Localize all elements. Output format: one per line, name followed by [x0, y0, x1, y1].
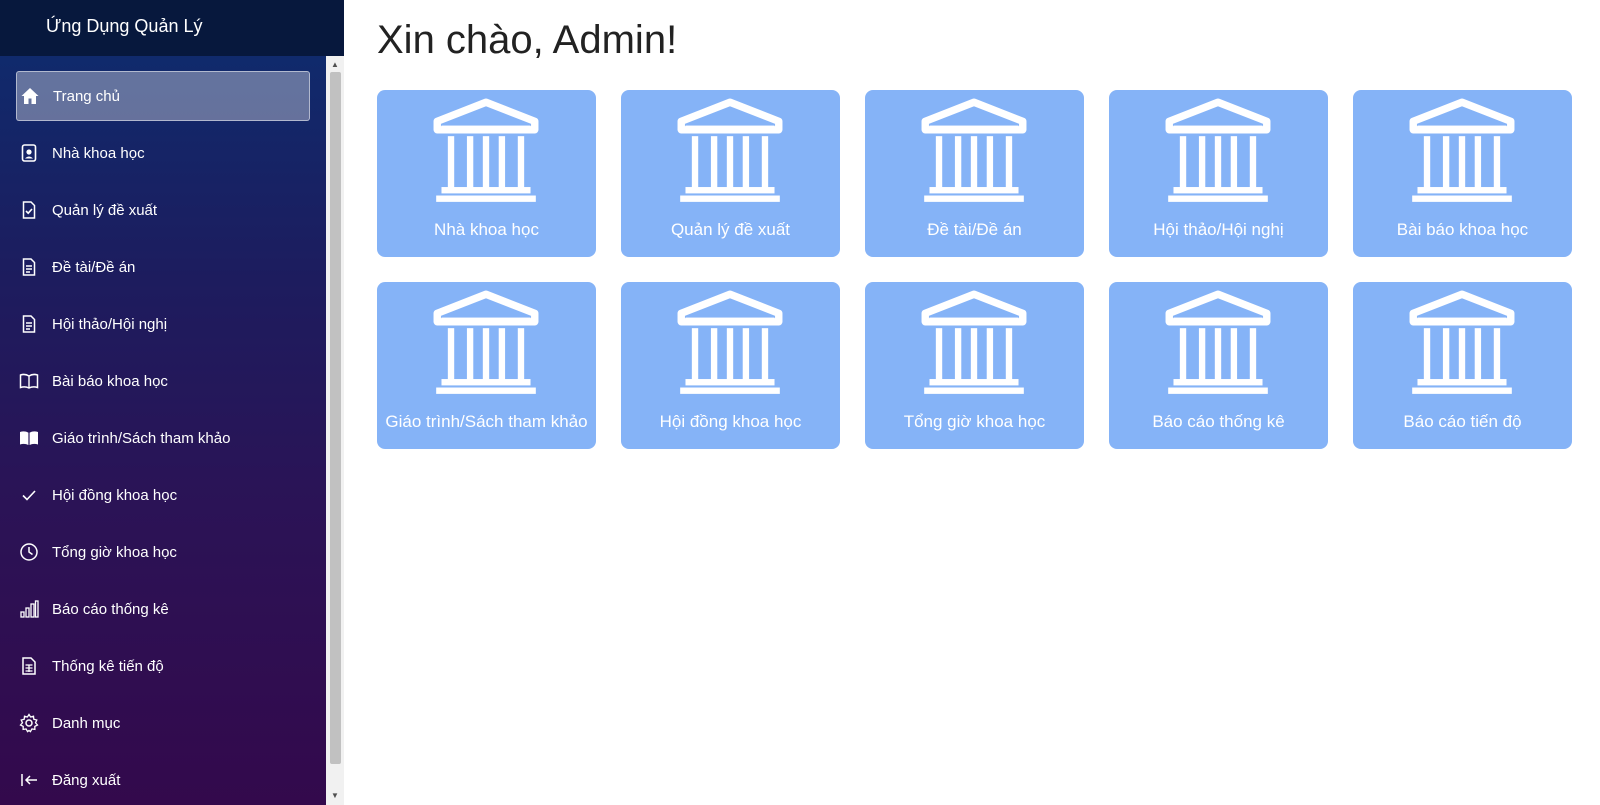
sidebar: Ứng Dụng Quản Lý Trang chủ Nhà khoa học … [0, 0, 344, 805]
bank-building-icon [1409, 290, 1515, 396]
sidebar-item-label: Hội đồng khoa học [52, 486, 178, 504]
sidebar-item-scientists[interactable]: Nhà khoa học [16, 128, 310, 178]
sidebar-item-label: Giáo trình/Sách tham khảo [52, 429, 231, 447]
person-badge-icon [18, 142, 40, 164]
card-textbooks[interactable]: Giáo trình/Sách tham khảo [377, 282, 596, 449]
card-label: Đề tài/Đề án [927, 220, 1022, 239]
card-progress-report[interactable]: Báo cáo tiến độ [1353, 282, 1572, 449]
check-icon [18, 484, 40, 506]
app-window: Ứng Dụng Quản Lý Trang chủ Nhà khoa học … [0, 0, 1600, 805]
sidebar-item-articles[interactable]: Bài báo khoa học [16, 356, 310, 406]
sidebar-item-label: Đề tài/Đề án [52, 258, 136, 276]
card-scientists[interactable]: Nhà khoa học [377, 90, 596, 257]
sidebar-item-label: Bài báo khoa học [52, 372, 168, 390]
sidebar-item-total-hours[interactable]: Tổng giờ khoa học [16, 527, 310, 577]
bank-building-icon [433, 290, 539, 396]
card-label: Bài báo khoa học [1396, 220, 1529, 239]
page-title: Xin chào, Admin! [377, 18, 678, 62]
spreadsheet-icon [18, 655, 40, 677]
sidebar-item-projects[interactable]: Đề tài/Đề án [16, 242, 310, 292]
bar-chart-icon [18, 598, 40, 620]
file-text-icon [18, 256, 40, 278]
sidebar-item-label: Tổng giờ khoa học [52, 543, 177, 561]
card-conferences[interactable]: Hội thảo/Hội nghị [1109, 90, 1328, 257]
bank-building-icon [433, 98, 539, 204]
card-articles[interactable]: Bài báo khoa học [1353, 90, 1572, 257]
card-label: Hội đồng khoa học [659, 412, 802, 431]
scroll-down-arrow-icon[interactable]: ▼ [326, 788, 344, 802]
bank-building-icon [677, 290, 783, 396]
bank-building-icon [921, 98, 1027, 204]
sidebar-item-label: Trang chủ [53, 87, 120, 105]
card-label: Báo cáo thống kê [1152, 412, 1285, 431]
card-label: Nhà khoa học [434, 220, 539, 239]
sidebar-item-statistics[interactable]: Báo cáo thống kê [16, 584, 310, 634]
bank-building-icon [1165, 98, 1271, 204]
card-council[interactable]: Hội đồng khoa học [621, 282, 840, 449]
sidebar-item-label: Thống kê tiến độ [52, 657, 164, 675]
sidebar-item-label: Hội thảo/Hội nghị [52, 315, 168, 333]
card-proposals[interactable]: Quản lý đề xuất [621, 90, 840, 257]
file-check-icon [18, 199, 40, 221]
sidebar-item-conferences[interactable]: Hội thảo/Hội nghị [16, 299, 310, 349]
sidebar-nav: Trang chủ Nhà khoa học Quản lý đề xuất Đ… [0, 56, 326, 805]
book-filled-icon [18, 427, 40, 449]
sidebar-item-proposals[interactable]: Quản lý đề xuất [16, 185, 310, 235]
file-text-icon [18, 313, 40, 335]
home-icon [19, 85, 41, 107]
scrollbar-thumb[interactable] [330, 72, 341, 764]
brand-header: Ứng Dụng Quản Lý [0, 0, 344, 56]
scroll-up-arrow-icon[interactable]: ▲ [326, 57, 344, 71]
sidebar-item-label: Báo cáo thống kê [52, 600, 169, 618]
card-total-hours[interactable]: Tổng giờ khoa học [865, 282, 1084, 449]
sidebar-scrollbar[interactable]: ▲ ▼ [326, 56, 344, 805]
main-content: Xin chào, Admin! Nhà khoa học Quản lý đề… [344, 0, 1600, 805]
sidebar-item-catalog[interactable]: Danh mục [16, 698, 310, 748]
card-label: Giáo trình/Sách tham khảo [385, 412, 588, 431]
card-label: Quản lý đề xuất [670, 220, 791, 239]
bank-building-icon [921, 290, 1027, 396]
sidebar-item-home[interactable]: Trang chủ [16, 71, 310, 121]
sidebar-item-logout[interactable]: Đăng xuất [16, 755, 310, 805]
bank-building-icon [1165, 290, 1271, 396]
sidebar-item-progress[interactable]: Thống kê tiến độ [16, 641, 310, 691]
card-projects[interactable]: Đề tài/Đề án [865, 90, 1084, 257]
sidebar-item-label: Danh mục [52, 714, 121, 732]
logout-arrow-icon [18, 769, 40, 791]
app-title: Ứng Dụng Quản Lý [46, 16, 203, 36]
bank-building-icon [1409, 98, 1515, 204]
sidebar-item-textbooks[interactable]: Giáo trình/Sách tham khảo [16, 413, 310, 463]
book-open-icon [18, 370, 40, 392]
gear-icon [18, 712, 40, 734]
sidebar-item-council[interactable]: Hội đồng khoa học [16, 470, 310, 520]
card-statistics[interactable]: Báo cáo thống kê [1109, 282, 1328, 449]
card-label: Tổng giờ khoa học [903, 412, 1046, 431]
sidebar-item-label: Đăng xuất [52, 771, 121, 789]
card-label: Hội thảo/Hội nghị [1153, 220, 1284, 239]
bank-building-icon [677, 98, 783, 204]
sidebar-item-label: Quản lý đề xuất [52, 201, 158, 219]
card-label: Báo cáo tiến độ [1403, 412, 1522, 431]
clock-icon [18, 541, 40, 563]
sidebar-item-label: Nhà khoa học [52, 144, 145, 162]
